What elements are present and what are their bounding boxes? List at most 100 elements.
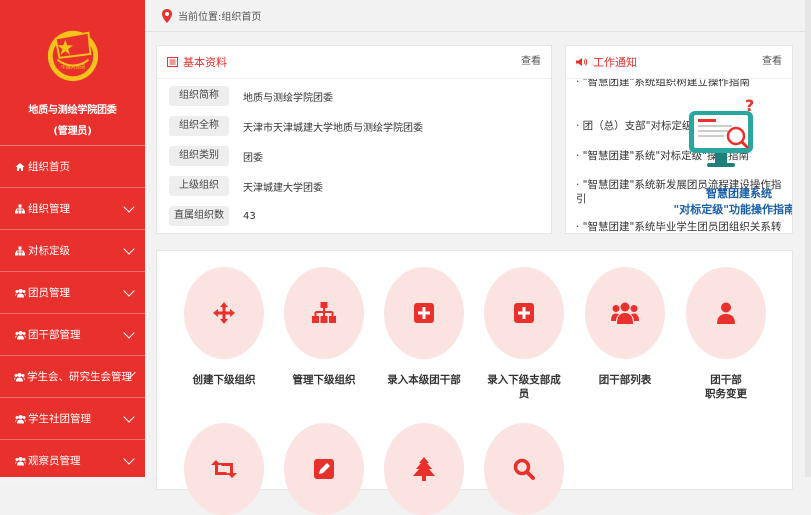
promo-title: 智慧团建系统 [706, 187, 772, 200]
enter-branch-member-button[interactable]: 录入下级支部成员 [483, 267, 565, 401]
info-row: 直属组织数 43 [157, 201, 551, 231]
enter-cadre-button[interactable]: 录入本级团干部 [383, 267, 465, 387]
vertical-scrollbar[interactable] [805, 0, 811, 477]
sidebar-item-cadre-manage[interactable]: 团干部管理 [0, 314, 145, 356]
sidebar-item-benchmark[interactable]: 对标定级 [0, 230, 145, 272]
sidebar-item-observers[interactable]: 观察员管理 [0, 440, 145, 482]
notice-item[interactable]: · "智慧团建"系统组织树建立操作指南 [576, 79, 788, 89]
panel-title: 基本资料 [183, 56, 227, 69]
home-icon [14, 162, 26, 172]
info-rows: 组织简称 地质与测绘学院团委 组织全称 天津市天津城建大学地质与测绘学院团委 组织类… [157, 79, 551, 231]
action-label: 录入本级团干部 [387, 374, 461, 386]
promo-subtitle: "对标定级"功能操作指南 [673, 203, 792, 216]
map-pin-icon [162, 8, 172, 23]
sidebar-item-label: 学生会、研究生会管理 [27, 371, 132, 383]
users-icon [14, 330, 26, 340]
action-circle [686, 267, 766, 359]
action-label: 创建下级组织 [192, 374, 256, 386]
user-icon [717, 302, 735, 324]
info-row: 上级组织 天津城建大学团委 [157, 171, 551, 201]
tree-icon [413, 457, 435, 481]
svg-text:中国共青团: 中国共青团 [61, 64, 85, 71]
chevron-down-icon [123, 452, 135, 465]
transfer-button[interactable] [183, 423, 265, 515]
info-label: 组织简称 [169, 86, 229, 106]
info-label: 直属组织数 [169, 206, 229, 226]
sidebar-item-clubs[interactable]: 学生社团管理 [0, 398, 145, 440]
breadcrumb-bar: 当前位置:组织首页 [145, 0, 811, 32]
action-circle [484, 267, 564, 359]
sidebar-item-label: 组织首页 [28, 161, 70, 173]
action-circle [284, 267, 364, 359]
monitor-help-icon: ? [689, 97, 754, 167]
promo-overlay[interactable]: ? 智慧团建系统 "对标定级"功能操作指南 [674, 97, 792, 216]
megaphone-icon [576, 58, 588, 66]
action-circle [384, 267, 464, 359]
info-row: 组织全称 天津市天津城建大学地质与测绘学院团委 [157, 111, 551, 141]
tree-button[interactable] [383, 423, 465, 515]
sidebar-item-label: 学生社团管理 [28, 413, 91, 425]
users-icon [14, 372, 25, 382]
edit-button[interactable] [283, 423, 365, 515]
edit-icon [314, 459, 334, 479]
sidebar-item-label: 团干部管理 [28, 329, 81, 341]
notice-list: · "智慧团建"系统组织树建立操作指南 · 团（总）支部"对标定级" · "智慧… [566, 79, 792, 233]
action-label: 录入下级支部成员 [487, 374, 561, 400]
sidebar-item-member-manage[interactable]: 团员管理 [0, 272, 145, 314]
sidebar-item-label: 对标定级 [28, 245, 70, 257]
breadcrumb: 当前位置:组织首页 [178, 12, 262, 23]
users-icon [611, 302, 639, 324]
league-emblem-logo: 中国共青团 [47, 30, 99, 82]
plus-square-icon [514, 303, 534, 323]
action-circle [585, 267, 665, 359]
search-button[interactable] [483, 423, 565, 515]
create-sub-org-button[interactable]: 创建下级组织 [183, 267, 265, 387]
info-row: 组织简称 地质与测绘学院团委 [157, 81, 551, 111]
users-icon [14, 414, 26, 424]
sidebar-item-home[interactable]: 组织首页 [0, 146, 145, 188]
info-value: 43 [243, 210, 256, 222]
chevron-down-icon [123, 326, 135, 339]
sidebar: 中国共青团 地质与测绘学院团委 (管理员) 组织首页 组织管理 对标定级 团员管… [0, 0, 145, 482]
panel-header: 基本资料 查看 [157, 46, 551, 79]
chevron-down-icon [123, 242, 135, 255]
info-value: 地质与测绘学院团委 [243, 92, 333, 104]
sidebar-item-org-manage[interactable]: 组织管理 [0, 188, 145, 230]
manage-sub-org-button[interactable]: 管理下级组织 [283, 267, 365, 387]
action-circle [184, 267, 264, 359]
info-value: 天津城建大学团委 [243, 182, 323, 194]
quick-actions-panel: 创建下级组织 管理下级组织 录入本级团干部 录入下级支部成员 团干部列表 团干部… [156, 250, 793, 515]
sitemap-icon [14, 246, 26, 256]
user-role: (管理员) [53, 126, 92, 137]
sidebar-nav: 组织首页 组织管理 对标定级 团员管理 团干部管理 学生会、研究生会管理 学生社… [0, 146, 145, 482]
users-icon [14, 288, 26, 298]
plus-square-icon [414, 303, 434, 323]
cadre-list-button[interactable]: 团干部列表 [584, 267, 666, 387]
info-label: 组织类别 [169, 146, 229, 166]
view-more-link[interactable]: 查看 [762, 52, 782, 67]
action-circle [484, 423, 564, 515]
view-more-link[interactable]: 查看 [521, 52, 541, 67]
basic-info-panel: 基本资料 查看 组织简称 地质与测绘学院团委 组织全称 天津市天津城建大学地质与测绘… [156, 45, 552, 234]
action-label: 团干部列表 [598, 374, 652, 386]
info-value: 团委 [243, 152, 263, 164]
cadre-position-change-button[interactable]: 团干部 职务变更 [685, 267, 767, 401]
notice-item[interactable]: · "智慧团建"系统毕业学生团员团组织关系转接 [576, 220, 788, 233]
sitemap-icon [312, 302, 336, 323]
work-notice-panel: 工作通知 查看 · "智慧团建"系统组织树建立操作指南 · 团（总）支部"对标定… [565, 45, 793, 234]
move-arrows-icon [213, 302, 235, 324]
org-name: 地质与测绘学院团委 [28, 105, 117, 116]
chevron-down-icon [123, 200, 135, 213]
sidebar-item-student-union[interactable]: 学生会、研究生会管理 [0, 356, 145, 398]
action-label: 管理下级组织 [292, 374, 356, 386]
sidebar-header: 中国共青团 地质与测绘学院团委 (管理员) [0, 0, 145, 146]
panel-title: 工作通知 [593, 56, 637, 69]
sitemap-icon [14, 204, 26, 214]
users-icon [14, 456, 26, 466]
info-row: 组织类别 团委 [157, 141, 551, 171]
sidebar-item-label: 团员管理 [28, 287, 70, 299]
chevron-down-icon [123, 284, 135, 297]
sidebar-item-label: 观察员管理 [28, 455, 81, 467]
svg-text:?: ? [745, 97, 754, 115]
info-label: 组织全称 [169, 116, 229, 136]
